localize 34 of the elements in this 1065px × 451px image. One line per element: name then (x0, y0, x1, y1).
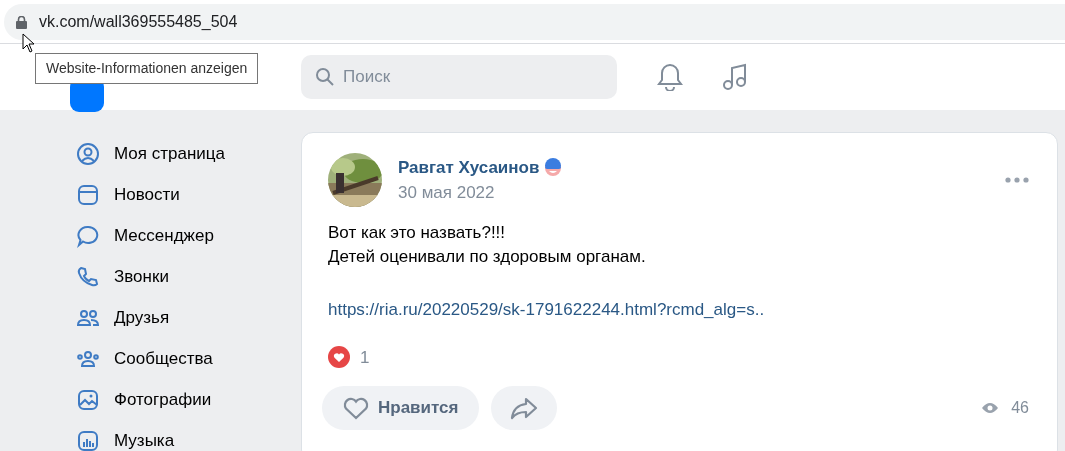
phone-icon[interactable] (76, 264, 100, 289)
author-name[interactable]: Равгат Хусаинов (398, 154, 540, 180)
news-icon[interactable] (76, 182, 100, 207)
profile-icon[interactable] (76, 141, 100, 166)
reaction-count: 1 (360, 346, 370, 369)
like-button[interactable]: Нравится (322, 386, 479, 430)
sidebar-item[interactable]: Моя страница (114, 140, 225, 167)
post-date[interactable]: 30 мая 2022 (398, 180, 564, 206)
sidebar-item[interactable]: Сообщества (114, 345, 213, 372)
sidebar-item[interactable]: Звонки (114, 263, 169, 290)
eye-icon (981, 402, 1000, 414)
sidebar-item[interactable]: Мессенджер (114, 222, 214, 249)
music-note-icon[interactable] (722, 63, 748, 91)
sidebar-item[interactable]: Друзья (114, 304, 170, 331)
view-count: 46 (1011, 398, 1029, 418)
sidebar-item[interactable]: Музыка (114, 427, 175, 451)
emoji-icon (543, 157, 564, 178)
heart-icon (342, 396, 370, 420)
bell-icon[interactable] (657, 63, 683, 91)
music-icon[interactable] (76, 428, 100, 451)
post-text: Вот как это назвать?!!! Детей оценивали по здоровым органам. (328, 222, 647, 268)
chat-bubble-icon[interactable] (76, 223, 100, 248)
address-bar-url[interactable]: vk.com/wall369555485_504 (39, 10, 238, 34)
photo-icon[interactable] (76, 387, 100, 412)
share-arrow-icon (508, 396, 539, 420)
more-icon[interactable] (1005, 177, 1029, 183)
heart-reaction-icon[interactable] (328, 346, 350, 369)
lock-icon[interactable] (16, 15, 27, 29)
sidebar-item[interactable]: Новости (114, 181, 180, 208)
post-link[interactable]: https://ria.ru/20220529/sk-1791622244.html?rcmd_alg=s.. (328, 300, 765, 319)
search-icon (315, 67, 335, 87)
share-button[interactable] (490, 386, 557, 430)
sidebar-item[interactable]: Фотографии (114, 386, 212, 413)
tooltip: Website-Informationen anzeigen (35, 53, 259, 84)
